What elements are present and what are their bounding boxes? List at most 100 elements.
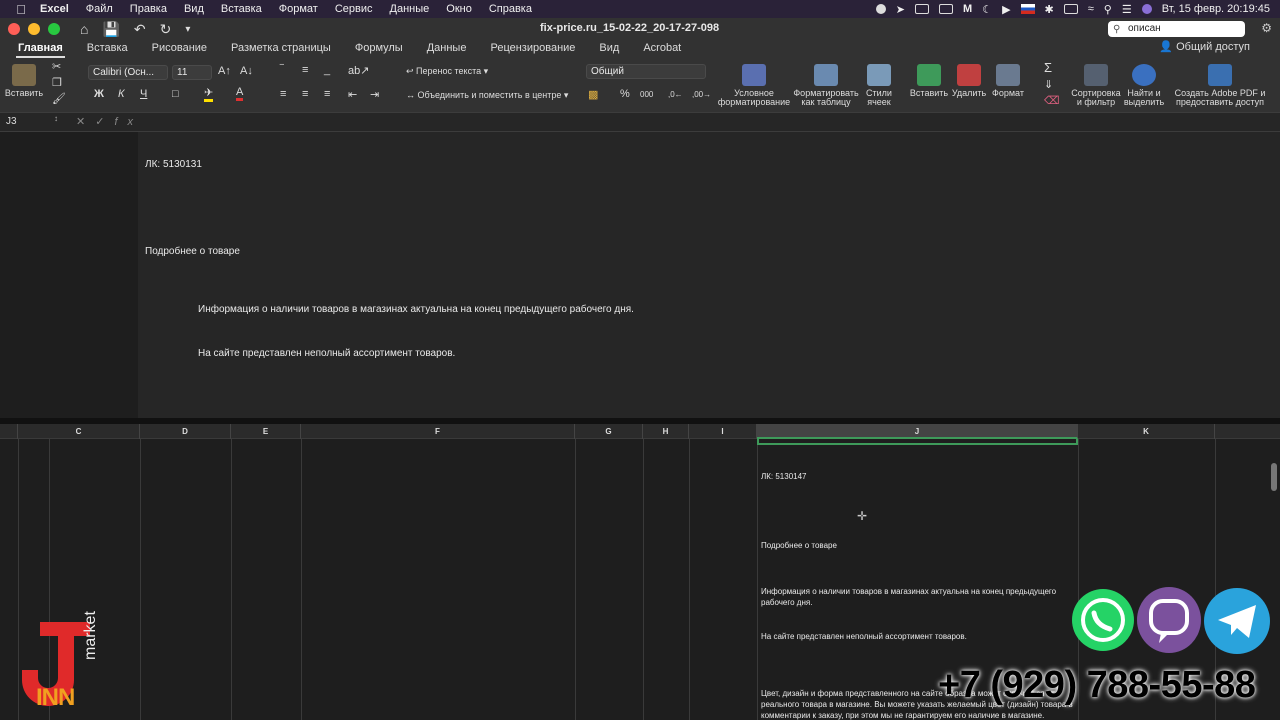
fx-icon[interactable]: fx (114, 116, 143, 128)
home-icon[interactable]: ⌂ (80, 21, 88, 37)
copy-icon[interactable]: ❐ (52, 76, 62, 89)
find-select-button[interactable]: Найти и выделить (1122, 64, 1166, 107)
column-header-d[interactable]: D (140, 424, 231, 439)
align-top-icon[interactable]: ‾ (280, 64, 284, 76)
decrease-decimal-icon[interactable]: ,00→ (692, 90, 711, 99)
currency-icon[interactable]: ▩ (588, 88, 598, 101)
clear-icon[interactable]: ⌫ (1044, 94, 1060, 107)
underline-button[interactable]: Ч (140, 88, 147, 100)
column-header-f[interactable]: F (301, 424, 575, 439)
tab-data[interactable]: Данные (425, 40, 469, 58)
percent-icon[interactable]: % (620, 88, 630, 100)
column-header-g[interactable]: G (575, 424, 643, 439)
wrap-text-button[interactable]: ↩ Перенос текста ▾ (406, 66, 488, 77)
tab-formulas[interactable]: Формулы (353, 40, 405, 58)
number-format-select[interactable]: Общий (586, 64, 706, 79)
borders-icon[interactable]: □ (172, 88, 179, 100)
location-icon[interactable]: ➤ (896, 3, 905, 16)
conditional-formatting-button[interactable]: Условное форматирование (718, 64, 790, 107)
adobe-pdf-button[interactable]: Создать Adobe PDF и предоставить доступ (1174, 64, 1266, 107)
font-color-icon[interactable]: A (236, 86, 244, 101)
menu-window[interactable]: Окно (446, 3, 472, 15)
bluetooth-icon[interactable]: ✱ (1045, 3, 1054, 16)
column-header-l[interactable] (1215, 424, 1280, 439)
column-header-k[interactable]: K (1078, 424, 1215, 439)
align-center-icon[interactable]: ≡ (302, 88, 308, 100)
column-header-c[interactable]: C (18, 424, 140, 439)
telegram-icon[interactable] (1204, 588, 1270, 654)
menu-help[interactable]: Справка (489, 3, 532, 15)
enter-icon[interactable]: ✓ (95, 116, 114, 128)
search-input[interactable]: ⚲ описан (1108, 21, 1245, 37)
tab-page-layout[interactable]: Разметка страницы (229, 40, 333, 58)
screen-icon[interactable] (915, 4, 930, 14)
insert-cells-button[interactable]: Вставить (908, 64, 950, 98)
wifi-icon[interactable]: ≈ (1088, 3, 1094, 15)
clock[interactable]: Вт, 15 февр. 20:19:45 (1162, 3, 1270, 15)
record-icon[interactable] (875, 4, 886, 14)
menu-app-excel[interactable]: Excel (40, 3, 69, 15)
tab-view[interactable]: Вид (597, 40, 621, 58)
spotlight-icon[interactable]: ⚲ (1104, 3, 1112, 16)
format-painter-icon[interactable]: 🖌 (52, 92, 66, 105)
battery-icon[interactable] (1063, 4, 1078, 14)
moon-icon[interactable]: ☾ (982, 3, 992, 16)
format-as-table-button[interactable]: Форматировать как таблицу (792, 64, 860, 107)
menu-tools[interactable]: Сервис (335, 3, 373, 15)
tab-review[interactable]: Рецензирование (488, 40, 577, 58)
align-right-icon[interactable]: ≡ (324, 88, 330, 100)
phone-number[interactable]: +7 (929) 788-55-88 (938, 664, 1256, 707)
name-box[interactable]: J3 (6, 116, 17, 127)
flag-ru-icon[interactable] (1020, 4, 1035, 14)
column-header-e[interactable]: E (231, 424, 301, 439)
menu-format[interactable]: Формат (279, 3, 318, 15)
increase-decimal-icon[interactable]: ,0← (668, 90, 683, 99)
menu-insert[interactable]: Вставка (221, 3, 262, 15)
name-box-stepper-icon[interactable]: ↕ (54, 114, 58, 123)
settings-icon[interactable]: ⚙ (1261, 21, 1272, 35)
align-middle-icon[interactable]: ≡ (302, 64, 308, 76)
undo-icon[interactable]: ↶ (134, 21, 146, 38)
siri-icon[interactable] (1141, 4, 1152, 14)
cut-icon[interactable]: ✂ (52, 60, 61, 73)
menu-edit[interactable]: Правка (130, 3, 167, 15)
tab-insert[interactable]: Вставка (85, 40, 130, 58)
column-header-h[interactable]: H (643, 424, 689, 439)
fill-color-icon[interactable]: ✈ (204, 86, 214, 102)
decrease-font-icon[interactable]: A↓ (240, 65, 253, 77)
column-header-j[interactable]: J (757, 424, 1078, 439)
vertical-scrollbar[interactable] (1271, 463, 1277, 491)
paste-button[interactable]: Вставить (5, 64, 43, 98)
font-name-select[interactable]: Calibri (Осн... (88, 65, 168, 80)
menu-data[interactable]: Данные (390, 3, 430, 15)
decrease-indent-icon[interactable]: ⇤ (348, 88, 357, 101)
apple-icon[interactable]:  (14, 2, 28, 17)
tab-home[interactable]: Главная (16, 40, 65, 58)
customize-toolbar-icon[interactable]: ▾ (185, 24, 190, 35)
increase-font-icon[interactable]: A↑ (218, 65, 231, 77)
control-center-icon[interactable]: ☰ (1122, 3, 1132, 16)
play-icon[interactable]: ▶ (1002, 3, 1010, 16)
whatsapp-icon[interactable] (1072, 589, 1134, 651)
viber-icon[interactable] (1137, 587, 1201, 653)
tab-draw[interactable]: Рисование (150, 40, 209, 58)
align-bottom-icon[interactable]: _ (324, 64, 330, 76)
align-left-icon[interactable]: ≡ (280, 88, 286, 100)
cell-styles-button[interactable]: Стили ячеек (862, 64, 896, 107)
sort-filter-button[interactable]: Сортировка и фильтр (1070, 64, 1122, 107)
zoom-window-button[interactable] (48, 23, 60, 35)
merge-center-button[interactable]: ↔ Объединить и поместить в центре ▾ (406, 90, 568, 101)
cancel-icon[interactable]: ✕ (76, 116, 95, 128)
select-all-corner[interactable] (0, 424, 18, 439)
m-icon[interactable]: M (963, 3, 972, 15)
redo-icon[interactable]: ↻ (160, 21, 172, 38)
save-icon[interactable]: 💾 (102, 21, 119, 38)
column-header-i[interactable]: I (689, 424, 757, 439)
delete-cells-button[interactable]: Удалить (950, 64, 988, 98)
autosum-icon[interactable]: Σ (1044, 60, 1052, 75)
thousands-icon[interactable]: 000 (640, 90, 653, 99)
format-cells-button[interactable]: Формат (990, 64, 1026, 98)
minimize-window-button[interactable] (28, 23, 40, 35)
menu-file[interactable]: Файл (86, 3, 113, 15)
font-size-select[interactable]: 11 (172, 65, 212, 80)
